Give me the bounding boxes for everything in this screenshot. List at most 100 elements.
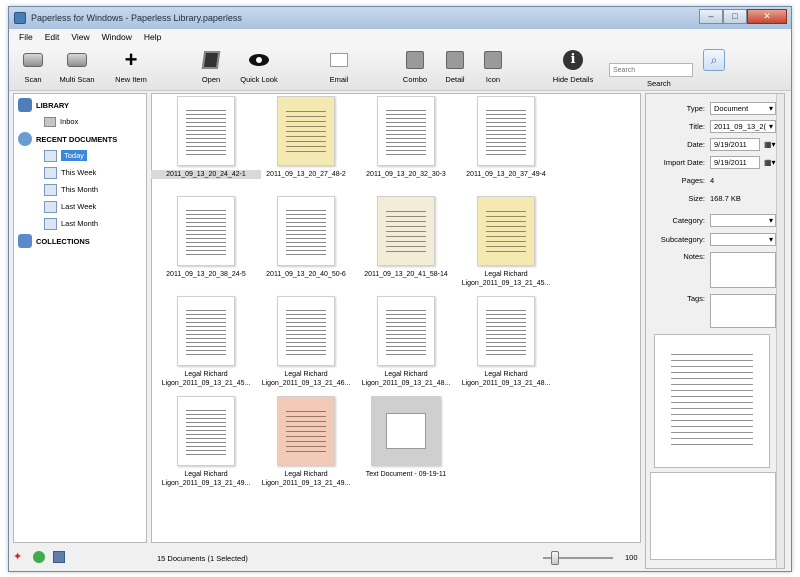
document-item[interactable]: 2011_09_13_20_32_30-3 [356,96,456,179]
document-item[interactable]: Legal Richard Ligon_2011_09_13_21_45... [456,196,556,288]
import-calendar-picker-icon[interactable]: ▦▾ [764,158,776,167]
date-field[interactable]: 9/19/2011 [710,138,760,151]
maximize-button[interactable]: □ [723,9,747,24]
document-thumbnail[interactable] [477,96,535,166]
document-thumbnail[interactable] [371,396,441,466]
search-icon[interactable]: ⌕ [703,49,725,71]
import-date-field[interactable]: 9/19/2011 [710,156,760,169]
document-thumbnail[interactable] [377,296,435,366]
library-icon [18,98,32,112]
document-item[interactable]: 2011_09_13_20_40_50-6 [256,196,356,279]
window-title: Paperless for Windows - Paperless Librar… [31,13,242,23]
sidebar-item-today[interactable]: Today [44,148,88,163]
collections-label: COLLECTIONS [36,236,90,246]
open-label: Open [201,75,221,84]
document-item[interactable]: Text Document - 09-19-11 [356,396,456,479]
category-select[interactable] [710,214,776,227]
sidebar-collections[interactable]: COLLECTIONS [18,234,90,248]
inbox-label: Inbox [60,117,79,126]
document-item[interactable]: 2011_09_13_20_24_42-1 [151,96,261,179]
document-count: 15 Documents (1 Selected) [157,553,248,563]
document-item[interactable]: Legal Richard Ligon_2011_09_13_21_48... [456,296,556,388]
hide-details-button[interactable]: i Hide Details [547,49,599,84]
document-thumbnail[interactable] [177,196,235,266]
zoom-slider-thumb[interactable] [551,551,559,565]
this-week-label: This Week [61,168,97,177]
sync-icon[interactable] [33,551,45,563]
document-item[interactable]: Legal Richard Ligon_2011_09_13_21_46... [256,296,356,388]
multi-scanner-icon [67,53,87,67]
app-window: Paperless for Windows - Paperless Librar… [8,6,792,572]
document-item[interactable]: 2011_09_13_20_41_58-14 [356,196,456,279]
details-scrollbar[interactable] [776,94,784,568]
icon-view-button[interactable]: Icon [467,49,519,84]
icon-view-icon [484,51,502,69]
sidebar-item-last-week[interactable]: Last Week [44,199,96,214]
email-icon [330,53,348,67]
info-icon: i [563,50,583,70]
category-label: Category: [672,216,705,225]
multi-scan-button[interactable]: Multi Scan [51,49,103,84]
document-item[interactable]: Legal Richard Ligon_2011_09_13_21_49... [256,396,356,488]
plus-icon: + [124,47,138,72]
document-thumbnail[interactable] [377,196,435,266]
email-button[interactable]: Email [313,49,365,84]
document-label: 2011_09_13_20_41_58-14 [364,271,448,278]
document-thumbnail[interactable] [477,196,535,266]
calendar-picker-icon[interactable]: ▦▾ [764,140,776,149]
preview-page-content [671,349,753,447]
document-thumbnail[interactable] [277,196,335,266]
sidebar-footer: ✦ [13,551,65,563]
document-thumbnail[interactable] [277,96,335,166]
sidebar-library[interactable]: LIBRARY [18,98,69,112]
document-thumbnail[interactable] [177,296,235,366]
sidebar-recent-documents[interactable]: RECENT DOCUMENTS [18,132,117,146]
document-item[interactable]: 2011_09_13_20_27_48-2 [256,96,356,179]
sidebar-item-inbox[interactable]: Inbox [44,114,78,129]
minimize-button[interactable]: – [699,9,723,24]
combo-view-icon [406,51,424,69]
notes-field[interactable] [710,252,776,288]
icon-label: Icon [485,75,501,84]
title-bar[interactable]: Paperless for Windows - Paperless Librar… [9,7,791,29]
document-item[interactable]: Legal Richard Ligon_2011_09_13_21_49... [156,396,256,488]
document-item[interactable]: Legal Richard Ligon_2011_09_13_21_45... [156,296,256,388]
menu-help[interactable]: Help [138,32,167,42]
new-item-button[interactable]: + New Item [105,47,157,85]
sidebar-item-this-month[interactable]: This Month [44,182,98,197]
type-select[interactable]: Document [710,102,776,115]
menu-file[interactable]: File [13,32,39,42]
document-thumbnail[interactable] [177,96,235,166]
document-thumbnail[interactable] [177,396,235,466]
document-item[interactable]: Legal Richard Ligon_2011_09_13_21_48... [356,296,456,388]
menu-view[interactable]: View [65,32,95,42]
sidebar-item-this-week[interactable]: This Week [44,165,96,180]
status-bar: 15 Documents (1 Selected) 100 [151,547,641,569]
document-thumbnail[interactable] [477,296,535,366]
subcategory-select[interactable] [710,233,776,246]
document-item[interactable]: 2011_09_13_20_37_49-4 [456,96,556,179]
pages-label: Pages: [681,176,705,185]
quick-look-label: Quick Look [240,75,278,84]
open-button[interactable]: Open [185,49,237,84]
search-input[interactable] [609,63,693,77]
thumbnail-content [386,107,426,155]
tags-field[interactable] [710,294,776,328]
app-icon [14,12,26,24]
title-label: Title: [689,122,705,131]
sidebar-item-last-month[interactable]: Last Month [44,216,98,231]
thumbnail-content [486,207,526,255]
document-thumbnail[interactable] [277,396,335,466]
close-button[interactable]: ✕ [747,9,787,24]
menu-edit[interactable]: Edit [39,32,66,42]
document-item[interactable]: 2011_09_13_20_38_24-5 [156,196,256,279]
document-thumbnail[interactable] [277,296,335,366]
document-label: Text Document - 09-19-11 [365,471,447,478]
title-field[interactable]: 2011_09_13_2( [710,120,776,133]
quick-look-button[interactable]: Quick Look [233,49,285,84]
add-icon[interactable]: ✦ [13,551,25,563]
document-thumbnail[interactable] [377,96,435,166]
menu-window[interactable]: Window [96,32,138,42]
calendar-footer-icon[interactable] [53,551,65,563]
document-preview[interactable] [654,334,770,468]
